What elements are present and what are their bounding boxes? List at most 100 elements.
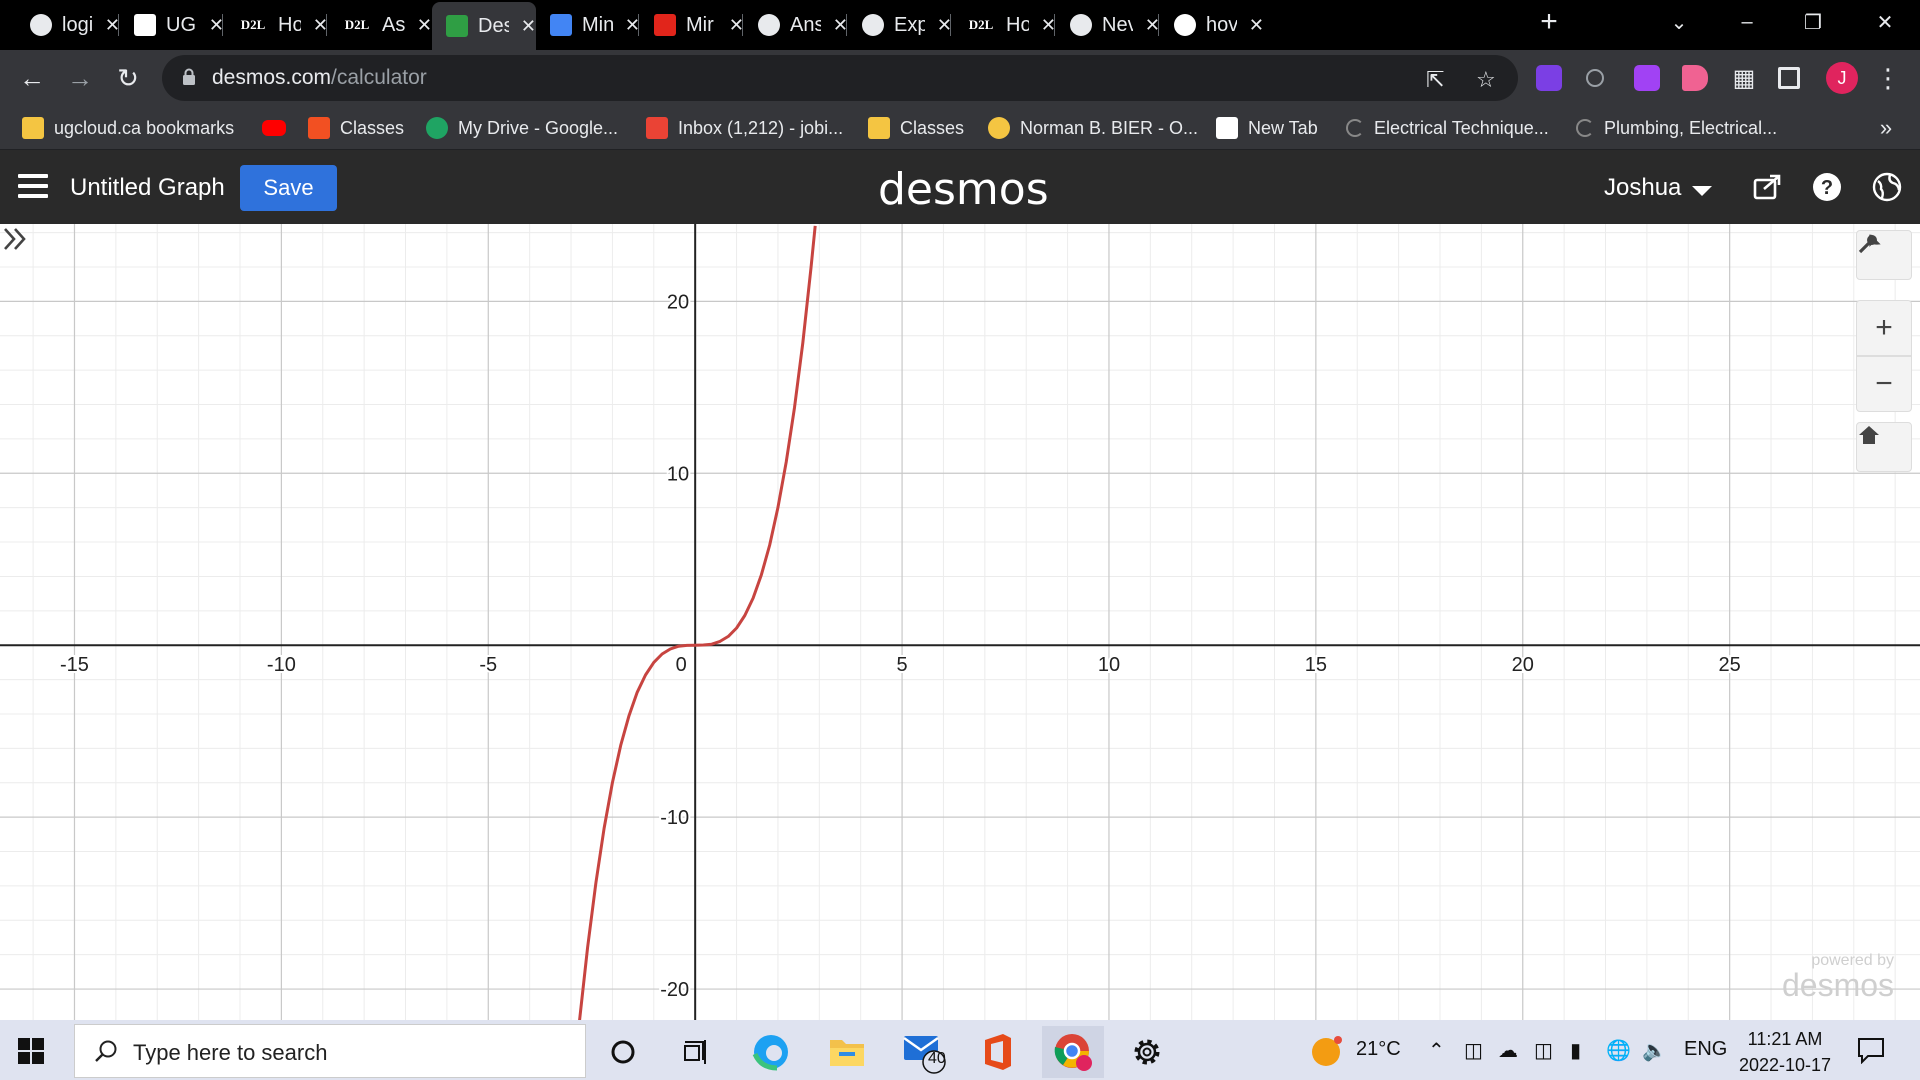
- gmail-icon: [646, 117, 668, 139]
- x-tick-label: -10: [267, 654, 296, 676]
- network-globe-icon[interactable]: 🌐: [1606, 1038, 1631, 1063]
- user-menu[interactable]: Joshua: [1604, 174, 1681, 202]
- tab-title: Exp: [894, 13, 925, 36]
- globe-icon: [30, 14, 52, 36]
- side-panel-icon[interactable]: [1778, 67, 1800, 89]
- browser-tab[interactable]: UG ✕: [120, 0, 224, 50]
- chrome-icon: [1054, 1034, 1092, 1071]
- forward-button[interactable]: →: [60, 58, 100, 98]
- chrome-menu-icon[interactable]: ⋮: [1868, 58, 1908, 98]
- volume-muted-icon[interactable]: 🔈: [1642, 1038, 1667, 1063]
- bookmark-item[interactable]: Electrical Technique...: [1346, 114, 1549, 142]
- tick-labels: -15 -10 -5 0 5 10 15 20 25 -20 -10 10 20: [58, 289, 1743, 1003]
- input-language[interactable]: ENG: [1684, 1038, 1727, 1061]
- gear-icon: [1134, 1039, 1160, 1065]
- mail-badge: 40: [928, 1050, 946, 1067]
- bookmark-item[interactable]: Classes: [868, 114, 964, 142]
- browser-tab[interactable]: Ans ✕: [744, 0, 848, 50]
- notification-center-icon[interactable]: [1856, 1036, 1886, 1064]
- help-icon[interactable]: ?: [1812, 172, 1842, 202]
- extension-shield-icon[interactable]: [1634, 65, 1660, 91]
- show-hidden-icons-icon[interactable]: ⌃: [1428, 1038, 1445, 1063]
- bookmark-star-icon[interactable]: ☆: [1476, 67, 1496, 93]
- close-tab-icon[interactable]: ✕: [1249, 15, 1264, 36]
- bookmarks-overflow-icon[interactable]: »: [1866, 108, 1906, 148]
- system-clock[interactable]: 11:21 AM 2022-10-17: [1730, 1026, 1840, 1078]
- bookmark-item[interactable]: My Drive - Google...: [426, 114, 618, 142]
- back-button[interactable]: ←: [12, 58, 52, 98]
- restore-window-icon[interactable]: ❐: [1790, 0, 1836, 44]
- browser-tab[interactable]: Des ✕: [432, 2, 536, 50]
- bookmark-item[interactable]: Inbox (1,212) - jobi...: [646, 114, 843, 142]
- arrow-left-icon: ←: [19, 62, 45, 93]
- bookmark-item[interactable]: Plumbing, Electrical...: [1576, 114, 1777, 142]
- onedrive-icon[interactable]: ☁: [1498, 1038, 1518, 1063]
- extension-recorder-icon[interactable]: [1682, 65, 1708, 91]
- tab-title: UG: [166, 13, 196, 36]
- graph-title[interactable]: Untitled Graph: [70, 174, 225, 202]
- taskbar-edge[interactable]: [740, 1026, 802, 1078]
- reload-button[interactable]: ↻: [108, 58, 148, 98]
- taskbar-office[interactable]: [966, 1026, 1028, 1078]
- browser-tab[interactable]: Mir ✕: [640, 0, 744, 50]
- extensions-puzzle-icon[interactable]: ▦: [1724, 58, 1764, 98]
- display-icon[interactable]: ◫: [1534, 1038, 1553, 1063]
- browser-tab[interactable]: logi ✕: [16, 0, 120, 50]
- bookmark-item[interactable]: New Tab: [1216, 114, 1318, 142]
- browser-tab[interactable]: D2LHor✕: [224, 0, 328, 50]
- task-view-button[interactable]: [664, 1026, 726, 1078]
- taskbar-file-explorer[interactable]: [816, 1026, 878, 1078]
- browser-tab[interactable]: Exp ✕: [848, 0, 952, 50]
- close-tab-icon[interactable]: ✕: [417, 15, 432, 36]
- series-curve: [578, 225, 817, 1020]
- graph-canvas[interactable]: -15 -10 -5 0 5 10 15 20 25 -20 -10 10 20: [0, 224, 1920, 1020]
- graph-settings-button[interactable]: [1856, 230, 1912, 280]
- browser-tab[interactable]: Min ✕: [536, 0, 640, 50]
- profile-avatar[interactable]: J: [1826, 62, 1858, 94]
- save-button[interactable]: Save: [240, 165, 337, 211]
- battery-icon[interactable]: ▮: [1570, 1038, 1581, 1063]
- meet-now-icon[interactable]: ◫: [1464, 1038, 1483, 1063]
- language-globe-icon[interactable]: [1872, 172, 1902, 202]
- bookmark-item[interactable]: [262, 114, 296, 142]
- tab-search-icon[interactable]: ⌄: [1656, 0, 1702, 44]
- zoom-out-button[interactable]: −: [1856, 356, 1912, 412]
- url-path: /calculator: [331, 66, 427, 89]
- default-viewport-button[interactable]: [1856, 422, 1912, 472]
- close-window-icon[interactable]: ✕: [1862, 0, 1908, 44]
- weather-temperature[interactable]: 21°C: [1356, 1038, 1401, 1061]
- hamburger-menu-icon[interactable]: [18, 174, 48, 198]
- browser-tab[interactable]: Nev ✕: [1056, 0, 1160, 50]
- y-tick-label: 20: [667, 291, 689, 313]
- browser-tab[interactable]: D2LHor✕: [952, 0, 1056, 50]
- taskbar-mail[interactable]: 40: [892, 1026, 954, 1078]
- task-view-icon: [684, 1040, 706, 1064]
- browser-tab[interactable]: hov ✕: [1160, 0, 1264, 50]
- tab-separator: [1158, 14, 1159, 36]
- globe-icon: [758, 14, 780, 36]
- bookmark-item[interactable]: ugcloud.ca bookmarks: [22, 114, 234, 142]
- share-icon[interactable]: ⇱: [1426, 67, 1444, 93]
- x-tick-label: 5: [897, 654, 908, 676]
- taskbar-chrome[interactable]: [1042, 1026, 1104, 1078]
- bookmark-item[interactable]: Norman B. BIER - O...: [988, 114, 1198, 142]
- arrow-right-icon: →: [67, 62, 93, 93]
- windows-start-icon[interactable]: [16, 1036, 46, 1066]
- extension-bulb-icon[interactable]: [1586, 69, 1604, 87]
- bookmark-item[interactable]: Classes: [308, 114, 404, 142]
- graph-paper[interactable]: -15 -10 -5 0 5 10 15 20 25 -20 -10 10 20 + − powered…: [0, 224, 1920, 1020]
- zoom-in-button[interactable]: +: [1856, 300, 1912, 356]
- caret-down-icon[interactable]: [1692, 186, 1712, 196]
- taskbar-search-box[interactable]: Type here to search: [74, 1024, 586, 1078]
- close-tab-icon[interactable]: ✕: [521, 16, 536, 37]
- new-tab-button[interactable]: +: [1526, 0, 1572, 44]
- taskbar-settings[interactable]: [1116, 1026, 1178, 1078]
- weather-sun-icon[interactable]: [1310, 1034, 1344, 1068]
- minimize-window-icon[interactable]: –: [1724, 0, 1770, 44]
- extension-tw-icon[interactable]: [1536, 65, 1562, 91]
- expand-expression-list-icon[interactable]: [0, 224, 30, 254]
- browser-tab[interactable]: D2L Assi ✕: [328, 0, 432, 50]
- cortana-button[interactable]: [592, 1026, 654, 1078]
- share-graph-icon[interactable]: [1752, 172, 1782, 202]
- address-bar[interactable]: desmos.com/calculator ⇱ ☆: [162, 55, 1518, 101]
